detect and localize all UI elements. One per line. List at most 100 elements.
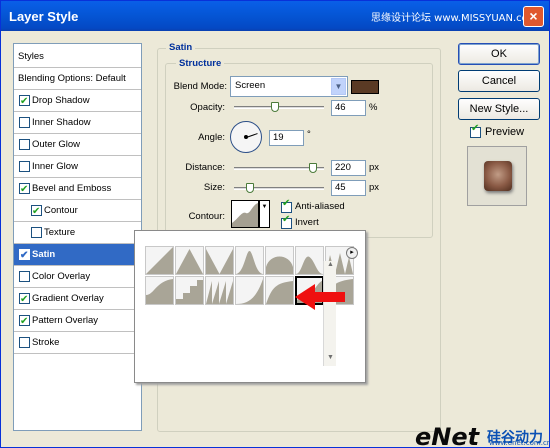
styles-header-label: Styles (18, 51, 44, 62)
style-checkbox[interactable] (19, 91, 30, 112)
cancel-button[interactable]: Cancel (458, 70, 540, 92)
style-item-label: Blending Options: Default (18, 73, 126, 84)
contour-picker-menu-icon[interactable]: ▸ (346, 247, 358, 259)
style-item-label: Inner Shadow (32, 117, 91, 128)
style-item-inner-glow[interactable]: Inner Glow (14, 156, 141, 178)
cone-inverted-contour-icon (206, 249, 233, 274)
style-checkbox[interactable] (31, 201, 42, 222)
contour-tile-gaussian[interactable] (235, 246, 264, 275)
style-item-gradient-overlay[interactable]: Gradient Overlay (14, 288, 141, 310)
contour-tile-cone[interactable] (175, 246, 204, 275)
styles-list: Styles Blending Options: Default Drop Sha… (13, 43, 142, 431)
styles-header[interactable]: Styles (14, 44, 141, 68)
close-button[interactable]: × (523, 6, 544, 27)
style-item-color-overlay[interactable]: Color Overlay (14, 266, 141, 288)
blend-mode-label: Blend Mode: (173, 81, 227, 92)
contour-tile-cove-deep[interactable] (235, 276, 264, 305)
watermark-url: www.enet.com.cn (489, 439, 550, 447)
chevron-down-icon: ▼ (331, 78, 346, 95)
scroll-up-icon[interactable]: ▲ (324, 261, 337, 273)
opacity-label: Opacity: (190, 102, 225, 113)
structure-title: Structure (176, 58, 225, 69)
style-checkbox[interactable] (19, 271, 30, 282)
opacity-input[interactable]: 46 (331, 100, 366, 116)
contour-tile-cove-shallow[interactable] (265, 276, 294, 305)
new-style-button[interactable]: New Style... (458, 98, 540, 120)
contour-tile-sawtooth[interactable] (205, 276, 234, 305)
size-label: Size: (203, 182, 225, 193)
style-item-label: Texture (44, 227, 76, 238)
style-item-drop-shadow[interactable]: Drop Shadow (14, 90, 141, 112)
size-unit: px (369, 182, 380, 193)
distance-input[interactable]: 220 (331, 160, 366, 176)
contour-tile-ring[interactable] (295, 246, 324, 275)
preview-label: Preview (485, 126, 525, 138)
style-item-inner-shadow[interactable]: Inner Shadow (14, 112, 141, 134)
red-arrow-annotation (295, 284, 345, 310)
angle-dial[interactable] (230, 121, 262, 153)
satin-title: Satin (166, 42, 196, 53)
style-item-label: Gradient Overlay (32, 293, 104, 304)
angle-label: Angle: (198, 132, 225, 143)
preview-checkbox[interactable] (470, 123, 481, 138)
linear-contour-icon (146, 247, 173, 274)
style-item-label: Pattern Overlay (32, 315, 98, 326)
cone-contour-icon (176, 249, 203, 274)
style-checkbox[interactable] (19, 161, 30, 172)
distance-label: Distance: (185, 162, 225, 173)
style-item-stroke[interactable]: Stroke (14, 332, 141, 354)
half-round-contour-icon (266, 256, 293, 274)
ring-contour-icon (296, 256, 323, 274)
blend-mode-select[interactable]: Screen ▼ (230, 76, 348, 97)
contour-tile-rounded-steps[interactable] (175, 276, 204, 305)
style-checkbox[interactable] (19, 337, 30, 348)
style-item-satin[interactable]: Satin (14, 244, 141, 266)
watermark-brand: eNet (415, 423, 480, 448)
contour-tile-rolling-slope[interactable] (145, 276, 174, 305)
style-item-label: Stroke (32, 337, 60, 348)
size-input[interactable]: 45 (331, 180, 366, 196)
scroll-down-icon[interactable]: ▼ (324, 354, 337, 366)
distance-slider-thumb[interactable] (309, 163, 318, 173)
sawtooth-contour-icon (206, 281, 233, 304)
ok-button[interactable]: OK (458, 43, 540, 65)
contour-tile-cone-inverted[interactable] (205, 246, 234, 275)
style-item-label: Satin (32, 249, 56, 260)
style-checkbox[interactable] (19, 289, 30, 310)
style-item-pattern-overlay[interactable]: Pattern Overlay (14, 310, 141, 332)
title-bar[interactable]: Layer Style 思缘设计论坛 www.MISSYUAN.com × (1, 1, 549, 31)
opacity-unit: % (369, 102, 378, 113)
style-item-blending-options-default[interactable]: Blending Options: Default (14, 68, 141, 90)
style-item-texture[interactable]: Texture (14, 222, 141, 244)
blend-color-swatch[interactable] (351, 80, 379, 94)
size-slider-thumb[interactable] (246, 183, 255, 193)
style-item-outer-glow[interactable]: Outer Glow (14, 134, 141, 156)
style-checkbox[interactable] (19, 117, 30, 128)
style-item-contour[interactable]: Contour (14, 200, 141, 222)
style-checkbox[interactable] (19, 245, 30, 266)
style-checkbox[interactable] (19, 139, 30, 150)
blend-mode-value: Screen (235, 80, 266, 91)
anti-aliased-label: Anti-aliased (295, 201, 345, 212)
style-item-bevel-and-emboss[interactable]: Bevel and Emboss (14, 178, 141, 200)
style-checkbox[interactable] (19, 311, 30, 332)
contour-label: Contour: (188, 211, 225, 222)
invert-checkbox[interactable] (281, 214, 292, 229)
contour-tile-linear[interactable] (145, 246, 174, 275)
style-checkbox[interactable] (31, 227, 42, 238)
contour-dropdown-toggle[interactable]: ▼ (259, 200, 270, 228)
cove-deep-contour-icon (236, 279, 263, 304)
style-preview (467, 146, 527, 206)
style-item-label: Color Overlay (32, 271, 91, 282)
anti-aliased-checkbox[interactable] (281, 198, 292, 213)
angle-unit: ° (307, 129, 311, 140)
angle-input[interactable]: 19 (269, 130, 304, 146)
rounded-steps-contour-icon (176, 280, 203, 304)
contour-preview-curve-icon (232, 203, 258, 227)
contour-tile-half-round[interactable] (265, 246, 294, 275)
contour-picker-scrollbar[interactable]: ▲ ▼ (323, 261, 336, 366)
style-checkbox[interactable] (19, 179, 30, 200)
style-item-label: Contour (44, 205, 78, 216)
style-item-label: Inner Glow (32, 161, 78, 172)
contour-preview[interactable] (231, 200, 259, 228)
